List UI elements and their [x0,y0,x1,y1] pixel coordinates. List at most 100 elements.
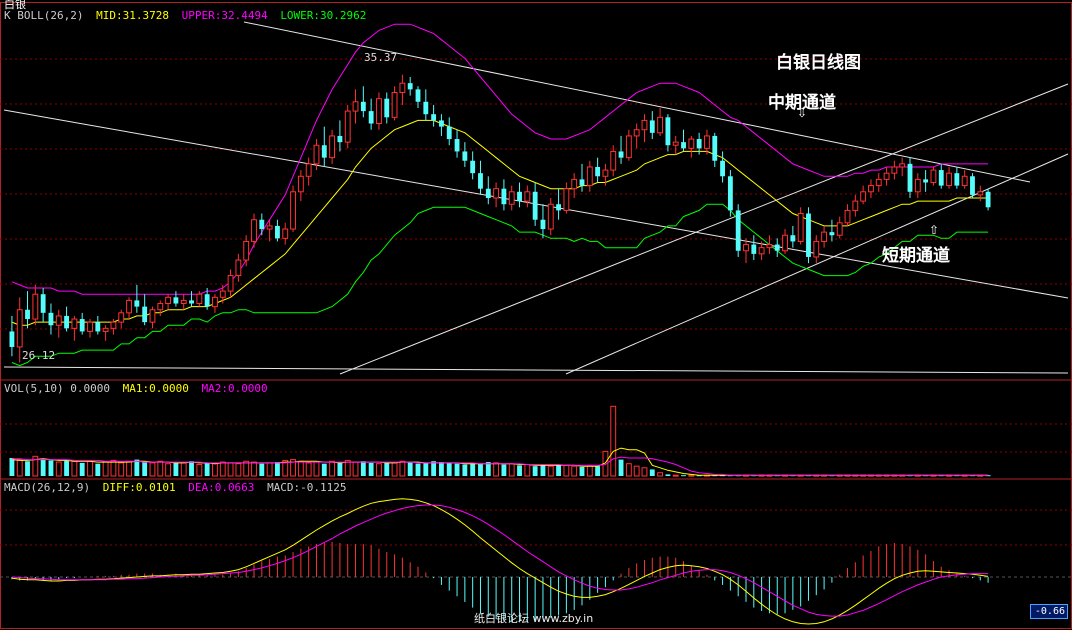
candle-body [344,110,351,143]
volume-bar [563,464,570,477]
volume-bar [384,462,390,476]
volume-bar [259,463,265,476]
candle-body [454,139,460,152]
volume-bar [149,462,156,477]
volume-bar [431,461,437,476]
volume-bar [321,463,327,476]
volume-bar [95,463,101,476]
candle-body [633,129,640,137]
candle-body [102,327,109,332]
candle-body [532,191,538,220]
candle-body [547,203,554,230]
volume-bar [439,462,444,476]
candle-body [204,294,210,307]
volume-bar [173,462,179,476]
macd-header: MACD(26,12,9) DIFF:0.0101 DEA:0.0663 MAC… [4,481,353,494]
volume-bar [688,474,695,477]
candle-body [556,204,561,211]
vol-ma2: MA2:0.0000 [201,382,268,395]
candle-body [985,191,991,208]
bollinger-bands [11,23,989,367]
volume-bar [368,462,374,476]
volume-bar [40,458,46,476]
volume-bar [610,405,617,477]
volume-bar [110,459,117,477]
candle-body [407,83,413,90]
volume-bar [672,474,679,477]
macd-diff: DIFF:0.0101 [102,481,176,494]
volume-bar [329,460,336,477]
candle-body [275,225,280,239]
volume-bar [48,460,54,476]
volume-bar [251,461,257,477]
volume-bar [524,464,531,477]
volume-bar [571,465,578,477]
candle-body [829,232,835,236]
candle-body [602,169,609,177]
up-arrow-icon: ⇧ [929,223,940,237]
candle-body [87,321,93,332]
volume-bar [297,460,304,477]
candle-body [16,309,23,348]
down-arrow-icon: ⇩ [797,106,808,120]
volume-bar [180,462,187,477]
candle-body [95,322,101,332]
volume-bar [547,465,554,477]
volume-bar [79,462,85,476]
candle-body [649,120,655,133]
volume-bar [501,464,507,476]
candle-body [860,191,867,202]
candle-body [868,185,874,193]
candle-body [368,111,374,124]
short-channel-label: 短期通道 [882,246,950,266]
volume-bar [462,464,468,476]
candle-body [462,151,468,161]
volume-panel [9,405,991,477]
volume-bar [212,463,218,477]
candle-body [173,297,179,304]
candle-body [907,163,913,192]
volume-bar [165,463,172,477]
volume-bar [586,464,593,477]
macd-dea-line [11,504,989,617]
volume-bar [446,462,452,476]
candle-body [501,188,507,205]
macd-dea: DEA:0.0663 [188,481,255,494]
candle-body [142,306,148,323]
boll-mid: MID:31.3728 [96,9,169,22]
volume-bar [407,462,413,476]
candle-body [415,89,421,102]
chart-annotation-title: 白银日线图 [776,53,861,73]
candle-body [712,135,718,161]
candle-body [914,178,921,193]
candle-body [376,98,382,125]
candle-body [657,116,664,134]
volume-bar [189,461,194,476]
candle-body [352,101,359,112]
volume-bar [641,467,648,477]
candle-body [797,213,804,242]
candle-body [883,172,890,180]
candle-body [329,135,336,159]
candle-body [431,114,437,121]
boll-upper: UPPER:32.4494 [181,9,268,22]
candle-body [696,139,702,149]
candle-body [118,312,125,323]
candle-body [782,234,788,252]
volume-bar [118,462,125,477]
candle-body [930,169,937,183]
high-price-label: 35.37 [364,51,398,64]
candle-body [852,200,859,211]
candle-body [758,247,765,255]
candle-body [563,188,570,211]
volume-bar [87,460,93,477]
candle-body [235,259,242,277]
volume-bar [16,459,23,477]
volume-bar [102,461,109,477]
candle-body [219,290,226,298]
candle-body [875,178,882,187]
volume-bar [305,462,312,477]
candle-body [923,179,929,183]
candle-body [508,191,515,205]
candle-body [305,163,312,177]
